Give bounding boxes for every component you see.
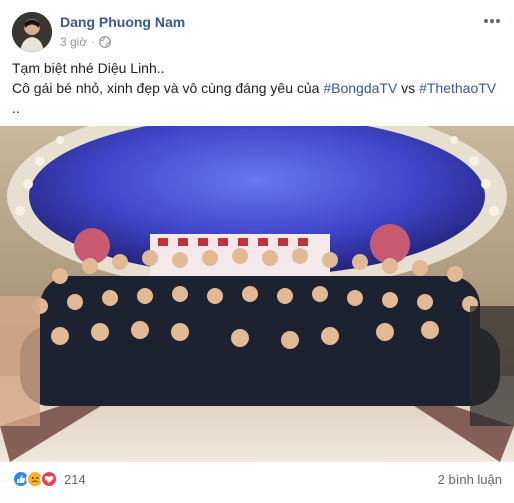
meta-separator: · [91,36,95,48]
post-text-line-3: .. [12,100,20,116]
comment-count-link[interactable]: 2 bình luận [438,472,502,487]
avatar[interactable] [12,12,52,52]
more-options-icon[interactable] [482,14,502,28]
post-text-line-2: Cô gái bé nhỏ, xinh đẹp và vô cùng đáng … [12,78,502,98]
post-header: Dang Phuong Nam 3 giờ · [12,12,502,56]
post-text: Tạm biệt nhé Diệu Linh.. Cô gái bé nhỏ, … [12,58,502,118]
reaction-count: 214 [64,471,86,487]
post-photo[interactable] [0,126,514,462]
post-text-vs: vs [397,80,420,96]
post-text-line-1: Tạm biệt nhé Diệu Linh.. [12,60,165,76]
author-name[interactable]: Dang Phuong Nam [60,14,185,30]
globe-icon [98,36,111,48]
facebook-post: Dang Phuong Nam 3 giờ · Tạm biệt nhé Diệ… [0,0,514,503]
post-time[interactable]: 3 giờ [60,35,87,49]
post-meta: 3 giờ · [60,35,111,49]
love-icon [40,470,58,488]
post-footer: 214 2 bình luận [12,464,502,494]
hashtag-thethaotv[interactable]: #ThethaoTV [419,80,496,96]
post-text-body: Cô gái bé nhỏ, xinh đẹp và vô cùng đáng … [12,80,324,96]
group-photo-image [0,126,514,462]
reactions-summary[interactable]: 214 [12,470,86,488]
hashtag-bongdatv[interactable]: #BongdaTV [323,80,397,96]
